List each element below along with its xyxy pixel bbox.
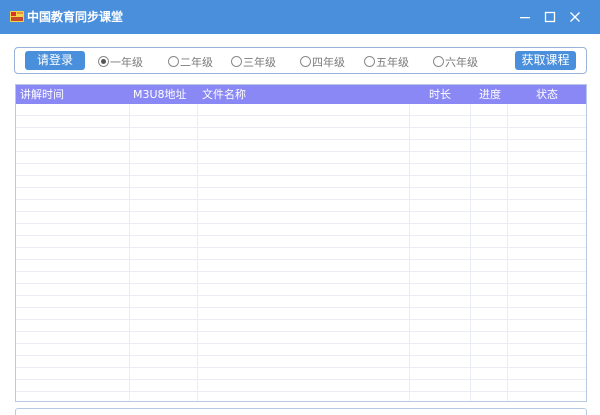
radio-grade-5[interactable]: 五年级 xyxy=(364,55,409,69)
table-row[interactable] xyxy=(16,164,586,176)
close-icon[interactable] xyxy=(566,8,584,26)
table-row[interactable] xyxy=(16,248,586,260)
table-row[interactable] xyxy=(16,236,586,248)
column-header-m3u8[interactable]: M3U8地址 xyxy=(133,85,187,104)
table-row[interactable] xyxy=(16,380,586,392)
radio-label: 二年级 xyxy=(180,55,213,69)
app-icon xyxy=(10,11,24,22)
client-area: 请登录 一年级 二年级 三年级 四年级 五年级 六年级 获取课程 讲解时间 M3… xyxy=(0,34,600,415)
radio-label: 一年级 xyxy=(110,55,143,69)
status-panel xyxy=(15,408,587,415)
column-header-duration[interactable]: 时长 xyxy=(429,85,451,104)
table-row[interactable] xyxy=(16,116,586,128)
radio-grade-3[interactable]: 三年级 xyxy=(231,55,276,69)
table-body xyxy=(16,104,586,401)
column-divider xyxy=(197,104,198,401)
column-header-progress[interactable]: 进度 xyxy=(479,85,501,104)
radio-label: 六年级 xyxy=(445,55,478,69)
window-title: 中国教育同步课堂 xyxy=(27,10,124,24)
radio-grade-1[interactable]: 一年级 xyxy=(98,55,143,69)
radio-label: 五年级 xyxy=(376,55,409,69)
table-row[interactable] xyxy=(16,272,586,284)
table-row[interactable] xyxy=(16,356,586,368)
table-row[interactable] xyxy=(16,224,586,236)
radio-icon xyxy=(168,56,179,67)
column-divider xyxy=(470,104,471,401)
table-row[interactable] xyxy=(16,188,586,200)
main-window: 中国教育同步课堂 请登录 一年级 二年级 三年级 四年级 五年级 六年级 获取课… xyxy=(0,0,600,415)
table-row[interactable] xyxy=(16,128,586,140)
table-row[interactable] xyxy=(16,140,586,152)
table-row[interactable] xyxy=(16,320,586,332)
table-row[interactable] xyxy=(16,344,586,356)
column-divider xyxy=(507,104,508,401)
table-row[interactable] xyxy=(16,284,586,296)
table-row[interactable] xyxy=(16,176,586,188)
title-bar[interactable]: 中国教育同步课堂 xyxy=(0,0,600,34)
radio-grade-4[interactable]: 四年级 xyxy=(300,55,345,69)
table-row[interactable] xyxy=(16,308,586,320)
table-row[interactable] xyxy=(16,212,586,224)
radio-icon xyxy=(300,56,311,67)
radio-selected-icon xyxy=(98,56,109,67)
table-row[interactable] xyxy=(16,260,586,272)
table-row[interactable] xyxy=(16,368,586,380)
column-divider xyxy=(129,104,130,401)
radio-label: 四年级 xyxy=(312,55,345,69)
fetch-courses-button[interactable]: 获取课程 xyxy=(515,51,576,70)
maximize-icon[interactable] xyxy=(541,8,559,26)
table-row[interactable] xyxy=(16,296,586,308)
column-header-status[interactable]: 状态 xyxy=(536,85,558,104)
radio-icon xyxy=(231,56,242,67)
toolbar: 请登录 一年级 二年级 三年级 四年级 五年级 六年级 获取课程 xyxy=(14,47,587,74)
course-table[interactable]: 讲解时间 M3U8地址 文件名称 时长 进度 状态 xyxy=(15,84,587,402)
table-header: 讲解时间 M3U8地址 文件名称 时长 进度 状态 xyxy=(16,85,586,104)
radio-grade-2[interactable]: 二年级 xyxy=(168,55,213,69)
table-row[interactable] xyxy=(16,152,586,164)
table-row[interactable] xyxy=(16,332,586,344)
column-divider xyxy=(409,104,410,401)
table-row[interactable] xyxy=(16,104,586,116)
column-header-filename[interactable]: 文件名称 xyxy=(202,85,246,104)
table-row[interactable] xyxy=(16,200,586,212)
minimize-icon[interactable] xyxy=(516,8,534,26)
column-header-time[interactable]: 讲解时间 xyxy=(20,85,64,104)
radio-label: 三年级 xyxy=(243,55,276,69)
radio-icon xyxy=(433,56,444,67)
radio-grade-6[interactable]: 六年级 xyxy=(433,55,478,69)
login-button[interactable]: 请登录 xyxy=(25,51,85,70)
radio-icon xyxy=(364,56,375,67)
